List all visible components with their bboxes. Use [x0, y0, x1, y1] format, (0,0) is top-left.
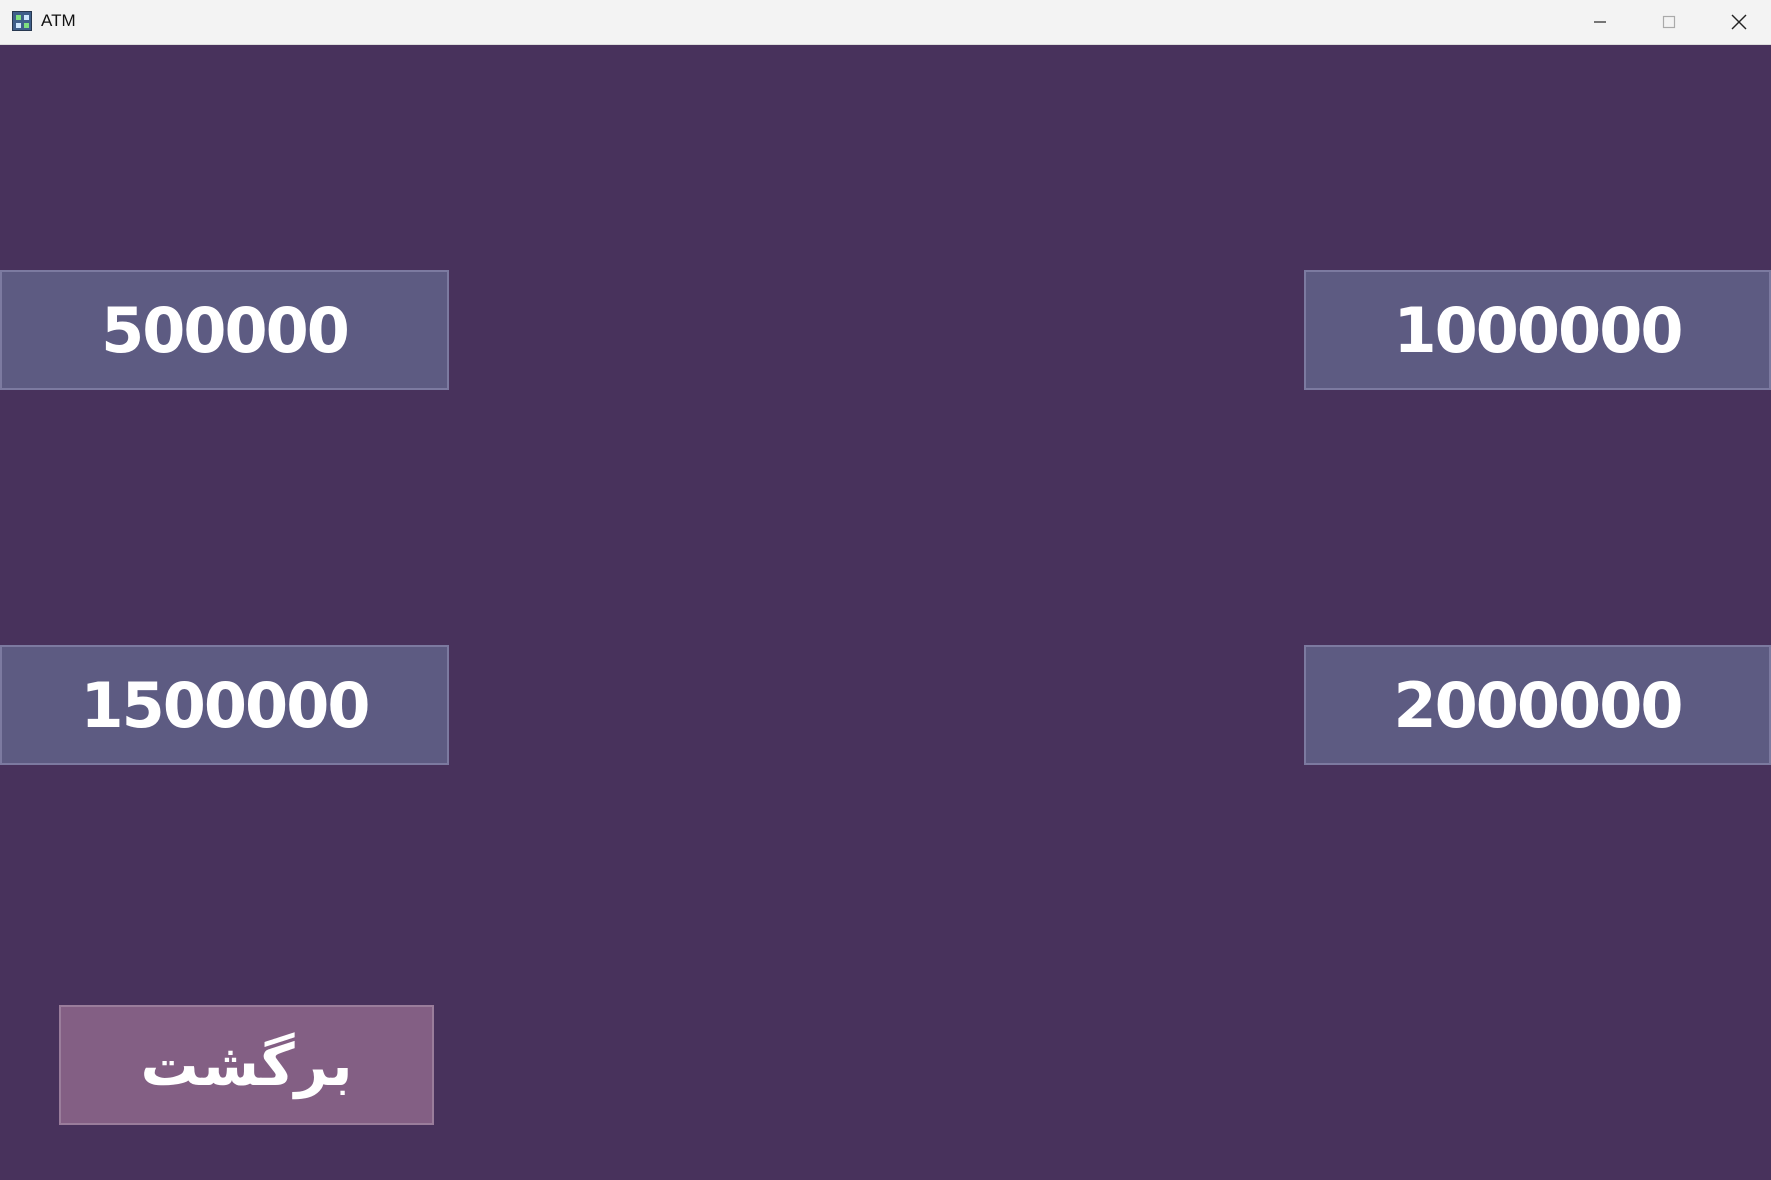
- title-bar: ATM: [0, 0, 1771, 45]
- back-button[interactable]: برگشت: [59, 1005, 434, 1125]
- atm-window: ATM 500000 1000000 1500000 2000000 برگشت: [0, 0, 1771, 1180]
- atm-app-icon: [12, 11, 32, 31]
- maximize-icon: [1662, 15, 1676, 29]
- close-button[interactable]: [1707, 0, 1771, 44]
- window-title: ATM: [41, 11, 76, 30]
- amount-500000-button[interactable]: 500000: [0, 270, 449, 390]
- amount-2000000-button[interactable]: 2000000: [1304, 645, 1771, 765]
- minimize-button[interactable]: [1568, 0, 1632, 44]
- amount-1000000-button[interactable]: 1000000: [1304, 270, 1771, 390]
- amount-1500000-button[interactable]: 1500000: [0, 645, 449, 765]
- minimize-icon: [1594, 21, 1606, 23]
- client-area: 500000 1000000 1500000 2000000 برگشت: [0, 45, 1771, 1180]
- maximize-button[interactable]: [1637, 0, 1701, 44]
- close-icon: [1731, 14, 1747, 30]
